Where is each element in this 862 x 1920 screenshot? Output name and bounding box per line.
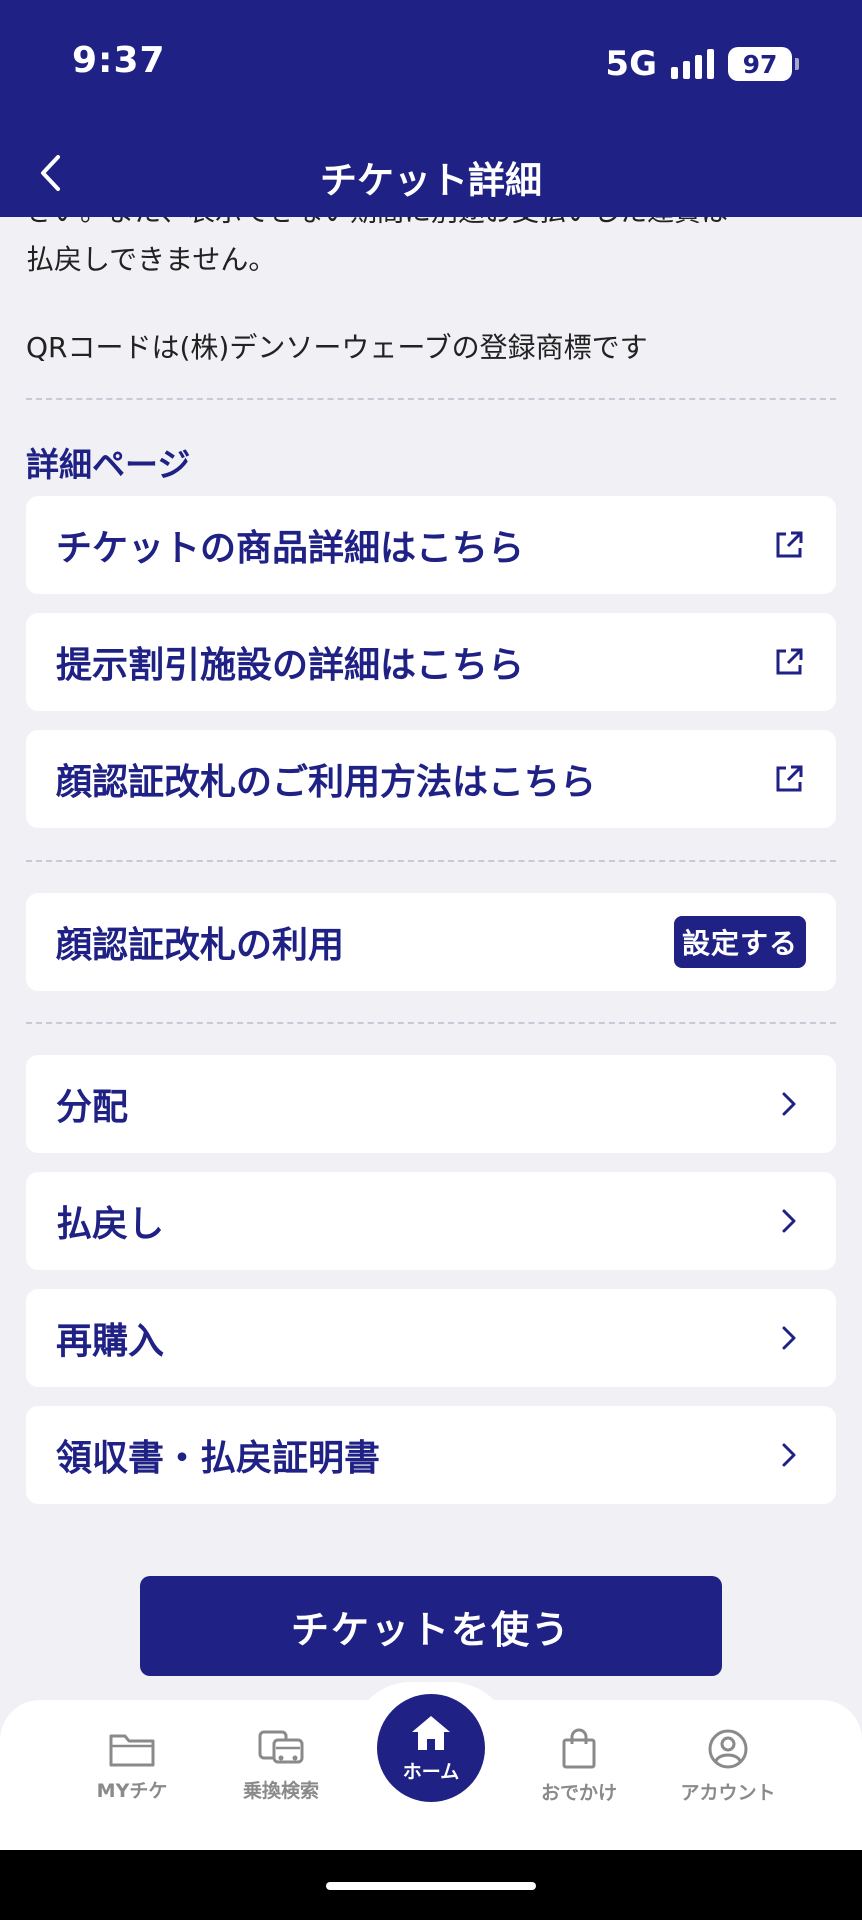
tab-outing[interactable]: おでかけ — [514, 1728, 644, 1805]
page-title: チケット詳細 — [320, 159, 542, 202]
link-label: 顔認証改札のご利用方法はこちら — [56, 762, 597, 803]
tab-transit-search[interactable]: 乗換検索 — [216, 1728, 346, 1803]
chevron-right-icon — [772, 1321, 806, 1355]
face-auth-setting-button[interactable]: 設定する — [673, 916, 806, 968]
menu-label: 領収書・払戻証明書 — [56, 1438, 381, 1479]
menu-label: 払戻し — [56, 1204, 165, 1245]
face-auth-row: 顔認証改札の利用 設定する — [26, 893, 836, 991]
link-discount-facility[interactable]: 提示割引施設の詳細はこちら — [26, 613, 836, 711]
shopping-bag-icon — [562, 1728, 596, 1769]
tab-label: ホーム — [402, 1760, 460, 1783]
chevron-right-icon — [772, 1087, 806, 1121]
app-header: 9:37 5G 97 チケット詳細 — [0, 0, 862, 217]
menu-receipt[interactable]: 領収書・払戻証明書 — [26, 1406, 836, 1504]
chevron-right-icon — [772, 1204, 806, 1238]
battery-icon: 97 — [728, 47, 799, 81]
account-icon — [708, 1729, 748, 1769]
divider — [26, 1022, 836, 1024]
home-indicator[interactable] — [326, 1882, 536, 1890]
qr-trademark-note: QRコードは(株)デンソーウェーブの登録商標です — [26, 331, 648, 364]
network-type: 5G — [605, 44, 657, 84]
signal-icon — [671, 49, 714, 79]
section-title: 詳細ページ — [26, 445, 191, 484]
tab-label: アカウント — [680, 1782, 776, 1804]
status-indicators: 5G 97 — [605, 44, 799, 84]
menu-repurchase[interactable]: 再購入 — [26, 1289, 836, 1387]
tab-home[interactable]: ホーム — [377, 1694, 485, 1802]
link-face-auth-howto[interactable]: 顔認証改札のご利用方法はこちら — [26, 730, 836, 828]
external-link-icon — [772, 645, 806, 679]
link-label: 提示割引施設の詳細はこちら — [56, 645, 525, 686]
link-label: チケットの商品詳細はこちら — [56, 528, 525, 569]
home-icon — [412, 1715, 450, 1750]
chevron-right-icon — [772, 1438, 806, 1472]
transit-icon — [258, 1730, 304, 1764]
face-auth-label: 顔認証改札の利用 — [56, 925, 345, 966]
menu-refund[interactable]: 払戻し — [26, 1172, 836, 1270]
menu-label: 再購入 — [56, 1321, 165, 1362]
tab-bar: MYチケ 乗換検索 ホーム おでかけ アカウント — [0, 1682, 862, 1850]
tab-label: MYチケ — [96, 1780, 168, 1802]
folder-icon — [109, 1734, 155, 1767]
status-time: 9:37 — [72, 40, 166, 81]
external-link-icon — [772, 762, 806, 796]
note-text: 払戻しできません。 — [26, 243, 277, 276]
menu-distribute[interactable]: 分配 — [26, 1055, 836, 1153]
divider — [26, 398, 836, 400]
tab-label: 乗換検索 — [242, 1780, 319, 1802]
external-link-icon — [772, 528, 806, 562]
use-ticket-button[interactable]: チケットを使う — [140, 1576, 722, 1676]
divider — [26, 860, 836, 862]
tab-my-ticket[interactable]: MYチケ — [67, 1728, 197, 1803]
menu-label: 分配 — [56, 1087, 129, 1128]
link-product-detail[interactable]: チケットの商品詳細はこちら — [26, 496, 836, 594]
tab-label: おでかけ — [540, 1782, 617, 1804]
tab-account[interactable]: アカウント — [663, 1728, 793, 1805]
